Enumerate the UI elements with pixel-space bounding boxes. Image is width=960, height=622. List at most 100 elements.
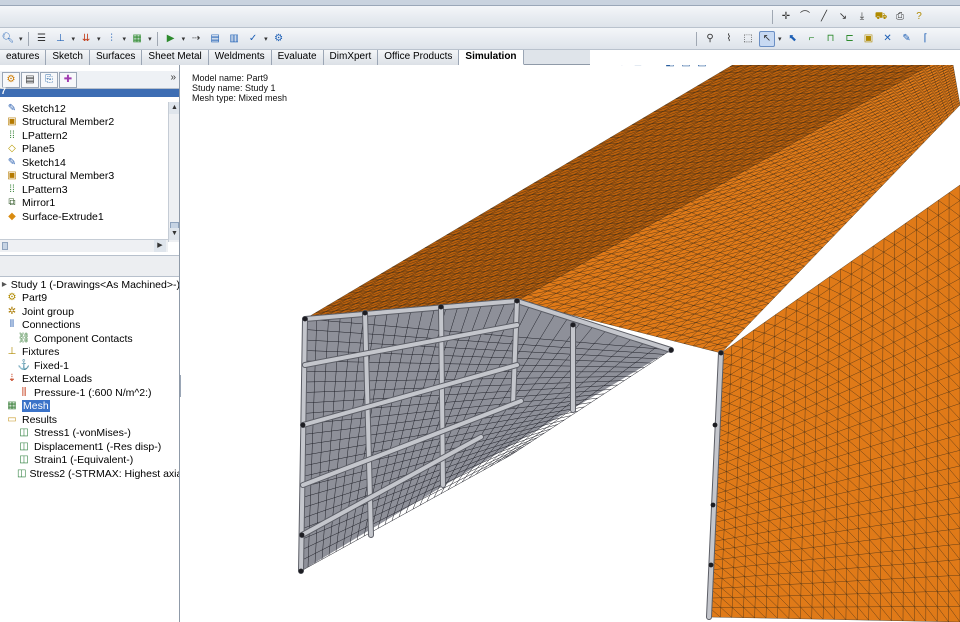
dropdown-arrow-icon[interactable]: ▾ xyxy=(123,35,127,43)
result-plot-icon: ◫ xyxy=(19,427,29,439)
line-icon[interactable]: ╱ xyxy=(816,9,832,25)
command-tab[interactable]: Sheet Metal xyxy=(142,50,209,65)
arrow-diagonal-icon[interactable]: ↘ xyxy=(835,9,851,25)
hide-show-icon[interactable]: ◐ xyxy=(711,65,725,70)
tree-item[interactable]: ✎ Sketch14 xyxy=(0,156,168,170)
dropdown-arrow-icon[interactable]: ▾ xyxy=(97,35,101,43)
scroll-up-icon[interactable]: ▲ xyxy=(169,102,179,114)
tree-item[interactable]: ✲ Joint group xyxy=(0,305,179,319)
dropdown-arrow-icon[interactable]: ▾ xyxy=(182,35,186,43)
mesh-model-view[interactable] xyxy=(181,65,960,622)
scene-icon[interactable]: ☀ xyxy=(743,65,757,70)
tree-item[interactable]: ◫ Displacement1 (-Res disp-) xyxy=(0,440,179,454)
scroll-right-icon[interactable]: ▶ xyxy=(154,240,166,252)
tree-item[interactable]: ⊥ Fixtures xyxy=(0,346,179,360)
command-tab[interactable]: Office Products xyxy=(378,50,460,65)
tree-item[interactable]: ▣ Structural Member3 xyxy=(0,170,168,184)
dimxpert-manager-tab-icon[interactable]: ✚ xyxy=(59,71,77,88)
load-arrows-icon[interactable]: ⇊ xyxy=(78,31,94,47)
report-icon[interactable]: ▥ xyxy=(226,31,242,47)
view-orientation-icon[interactable]: ⬒ xyxy=(679,65,693,70)
tree-item[interactable]: ⁞⁞ LPattern2 xyxy=(0,129,168,143)
feature-tree-vertical-scrollbar[interactable]: ▲ ▼ xyxy=(168,102,179,242)
panel-splitter[interactable] xyxy=(0,255,179,277)
tree-item[interactable]: ⫴ Connections xyxy=(0,319,179,333)
list-icon[interactable]: ☰ xyxy=(34,31,50,47)
arc-icon[interactable]: ⌒ xyxy=(797,9,813,25)
tree-item[interactable]: ▭ Results xyxy=(0,413,179,427)
zoom-icon[interactable]: 🔍︎ xyxy=(0,31,16,47)
scroll-down-icon[interactable]: ▼ xyxy=(169,228,179,240)
tree-item[interactable]: ◫ Strain1 (-Equivalent-) xyxy=(0,454,179,468)
tree-item[interactable]: ⇣ External Loads xyxy=(0,373,179,387)
select-cursor-icon[interactable]: ↖ xyxy=(759,31,775,47)
down-arrow-icon[interactable]: ⤓ xyxy=(854,9,870,25)
filter-icon[interactable]: ⚲ xyxy=(702,31,718,47)
tree-item[interactable]: ⚓ Fixed-1 xyxy=(0,359,179,373)
section-view-icon[interactable]: ◧ xyxy=(663,65,677,70)
crosshair-icon[interactable]: ✛ xyxy=(778,9,794,25)
tree-item[interactable]: ▸ Study 1 (-Drawings<As Machined>-) xyxy=(0,278,179,292)
tree-item[interactable]: ▣ Structural Member2 xyxy=(0,116,168,130)
zoom-to-area-icon[interactable]: ⊞ xyxy=(631,65,645,70)
filter-vertex-icon[interactable]: ⌐ xyxy=(804,31,820,47)
print-icon[interactable]: ⎙ xyxy=(892,9,908,25)
command-tab[interactable]: Weldments xyxy=(208,50,272,65)
tree-item[interactable]: ⁞⁞ LPattern3 xyxy=(0,183,168,197)
filter-dimension-icon[interactable]: ⌈ xyxy=(918,31,934,47)
pressure-icon: ⫼ xyxy=(21,386,27,398)
tree-item[interactable]: ⚙ Part9 xyxy=(0,292,179,306)
command-tab[interactable]: Surfaces xyxy=(89,50,143,65)
tree-item[interactable]: ✎ Sketch12 xyxy=(0,102,168,116)
tree-item[interactable]: ⧉ Mirror1 xyxy=(0,197,168,211)
design-check-icon[interactable]: ✓ xyxy=(245,31,261,47)
property-manager-tab-icon[interactable]: ▤ xyxy=(21,71,39,88)
tree-item[interactable]: ◫ Stress1 (-vonMises-) xyxy=(0,427,179,441)
settings-icon[interactable]: ⚙ xyxy=(271,31,287,47)
command-tab[interactable]: Evaluate xyxy=(271,50,324,65)
dropdown-arrow-icon[interactable]: ▾ xyxy=(148,35,152,43)
vehicle-icon[interactable]: ⛟ xyxy=(873,9,889,25)
tree-item[interactable]: ▦ Mesh xyxy=(0,400,179,414)
dropdown-arrow-icon[interactable]: ▾ xyxy=(72,35,76,43)
filter-body-icon[interactable]: ▣ xyxy=(861,31,877,47)
filter-edges-icon[interactable]: ⌇ xyxy=(721,31,737,47)
help-icon[interactable]: ? xyxy=(911,9,927,25)
chevron-right-icon[interactable]: » xyxy=(170,72,176,83)
fixture-tool-icon[interactable]: ⊥ xyxy=(53,31,69,47)
previous-view-icon[interactable]: ↺ xyxy=(647,65,661,70)
selection-filter-icon[interactable]: ⬉ xyxy=(785,31,801,47)
zoom-to-fit-icon[interactable]: ⊕ xyxy=(615,65,629,70)
filter-plane-icon[interactable]: ⊓ xyxy=(823,31,839,47)
run-icon[interactable]: ▶ xyxy=(163,31,179,47)
tree-item[interactable]: ◆ Surface-Extrude1 xyxy=(0,210,168,224)
tree-item[interactable]: ◇ Plane5 xyxy=(0,143,168,157)
mesh-tool-icon[interactable]: ▦ xyxy=(129,31,145,47)
dropdown-arrow-icon[interactable]: ▾ xyxy=(19,35,23,43)
dropdown-arrow-icon[interactable]: ▾ xyxy=(264,35,268,43)
configuration-manager-tab-icon[interactable]: ⎘ xyxy=(40,71,58,88)
command-tab[interactable]: eatures xyxy=(0,50,47,65)
feature-tree-horizontal-scrollbar[interactable]: ▶ xyxy=(0,239,168,252)
connections-tool-icon[interactable]: ⫶ xyxy=(104,31,120,47)
tree-item[interactable]: ⫼ Pressure-1 (:600 N/m^2:) xyxy=(0,386,179,400)
dropdown-arrow-icon[interactable]: ▾ xyxy=(778,35,782,43)
heads-up-toolbar-top: ✛ ⌒ ╱ ↘ ⤓ ⛟ ⎙ ? xyxy=(0,6,960,28)
filter-sketch-icon[interactable]: ✕ xyxy=(880,31,896,47)
appearance-icon[interactable]: ● xyxy=(727,65,741,70)
tree-item[interactable]: ⛓ Component Contacts xyxy=(0,332,179,346)
tree-item[interactable]: ◫ Stress2 (-STRMAX: Highest axial xyxy=(0,467,179,481)
table-icon[interactable]: ▤ xyxy=(207,31,223,47)
command-tab[interactable]: Sketch xyxy=(46,50,90,65)
graphics-area[interactable]: ⊕ ⊞ ↺ ◧ ⬒ ◩ ◐ ● ☀ Model name: Part9 Stud… xyxy=(181,65,960,622)
filter-faces-icon[interactable]: ⬚ xyxy=(740,31,756,47)
scroll-thumb[interactable] xyxy=(2,242,8,250)
probe-icon[interactable]: ⇢ xyxy=(188,31,204,47)
command-tab[interactable]: Simulation xyxy=(459,50,524,65)
filter-point-icon[interactable]: ✎ xyxy=(899,31,915,47)
command-tab[interactable]: DimXpert xyxy=(323,50,379,65)
feature-filter-bar[interactable]: 7 xyxy=(0,86,179,97)
filter-axis-icon[interactable]: ⊏ xyxy=(842,31,858,47)
display-style-icon[interactable]: ◩ xyxy=(695,65,709,70)
component-contacts-icon: ⛓ xyxy=(17,332,31,344)
